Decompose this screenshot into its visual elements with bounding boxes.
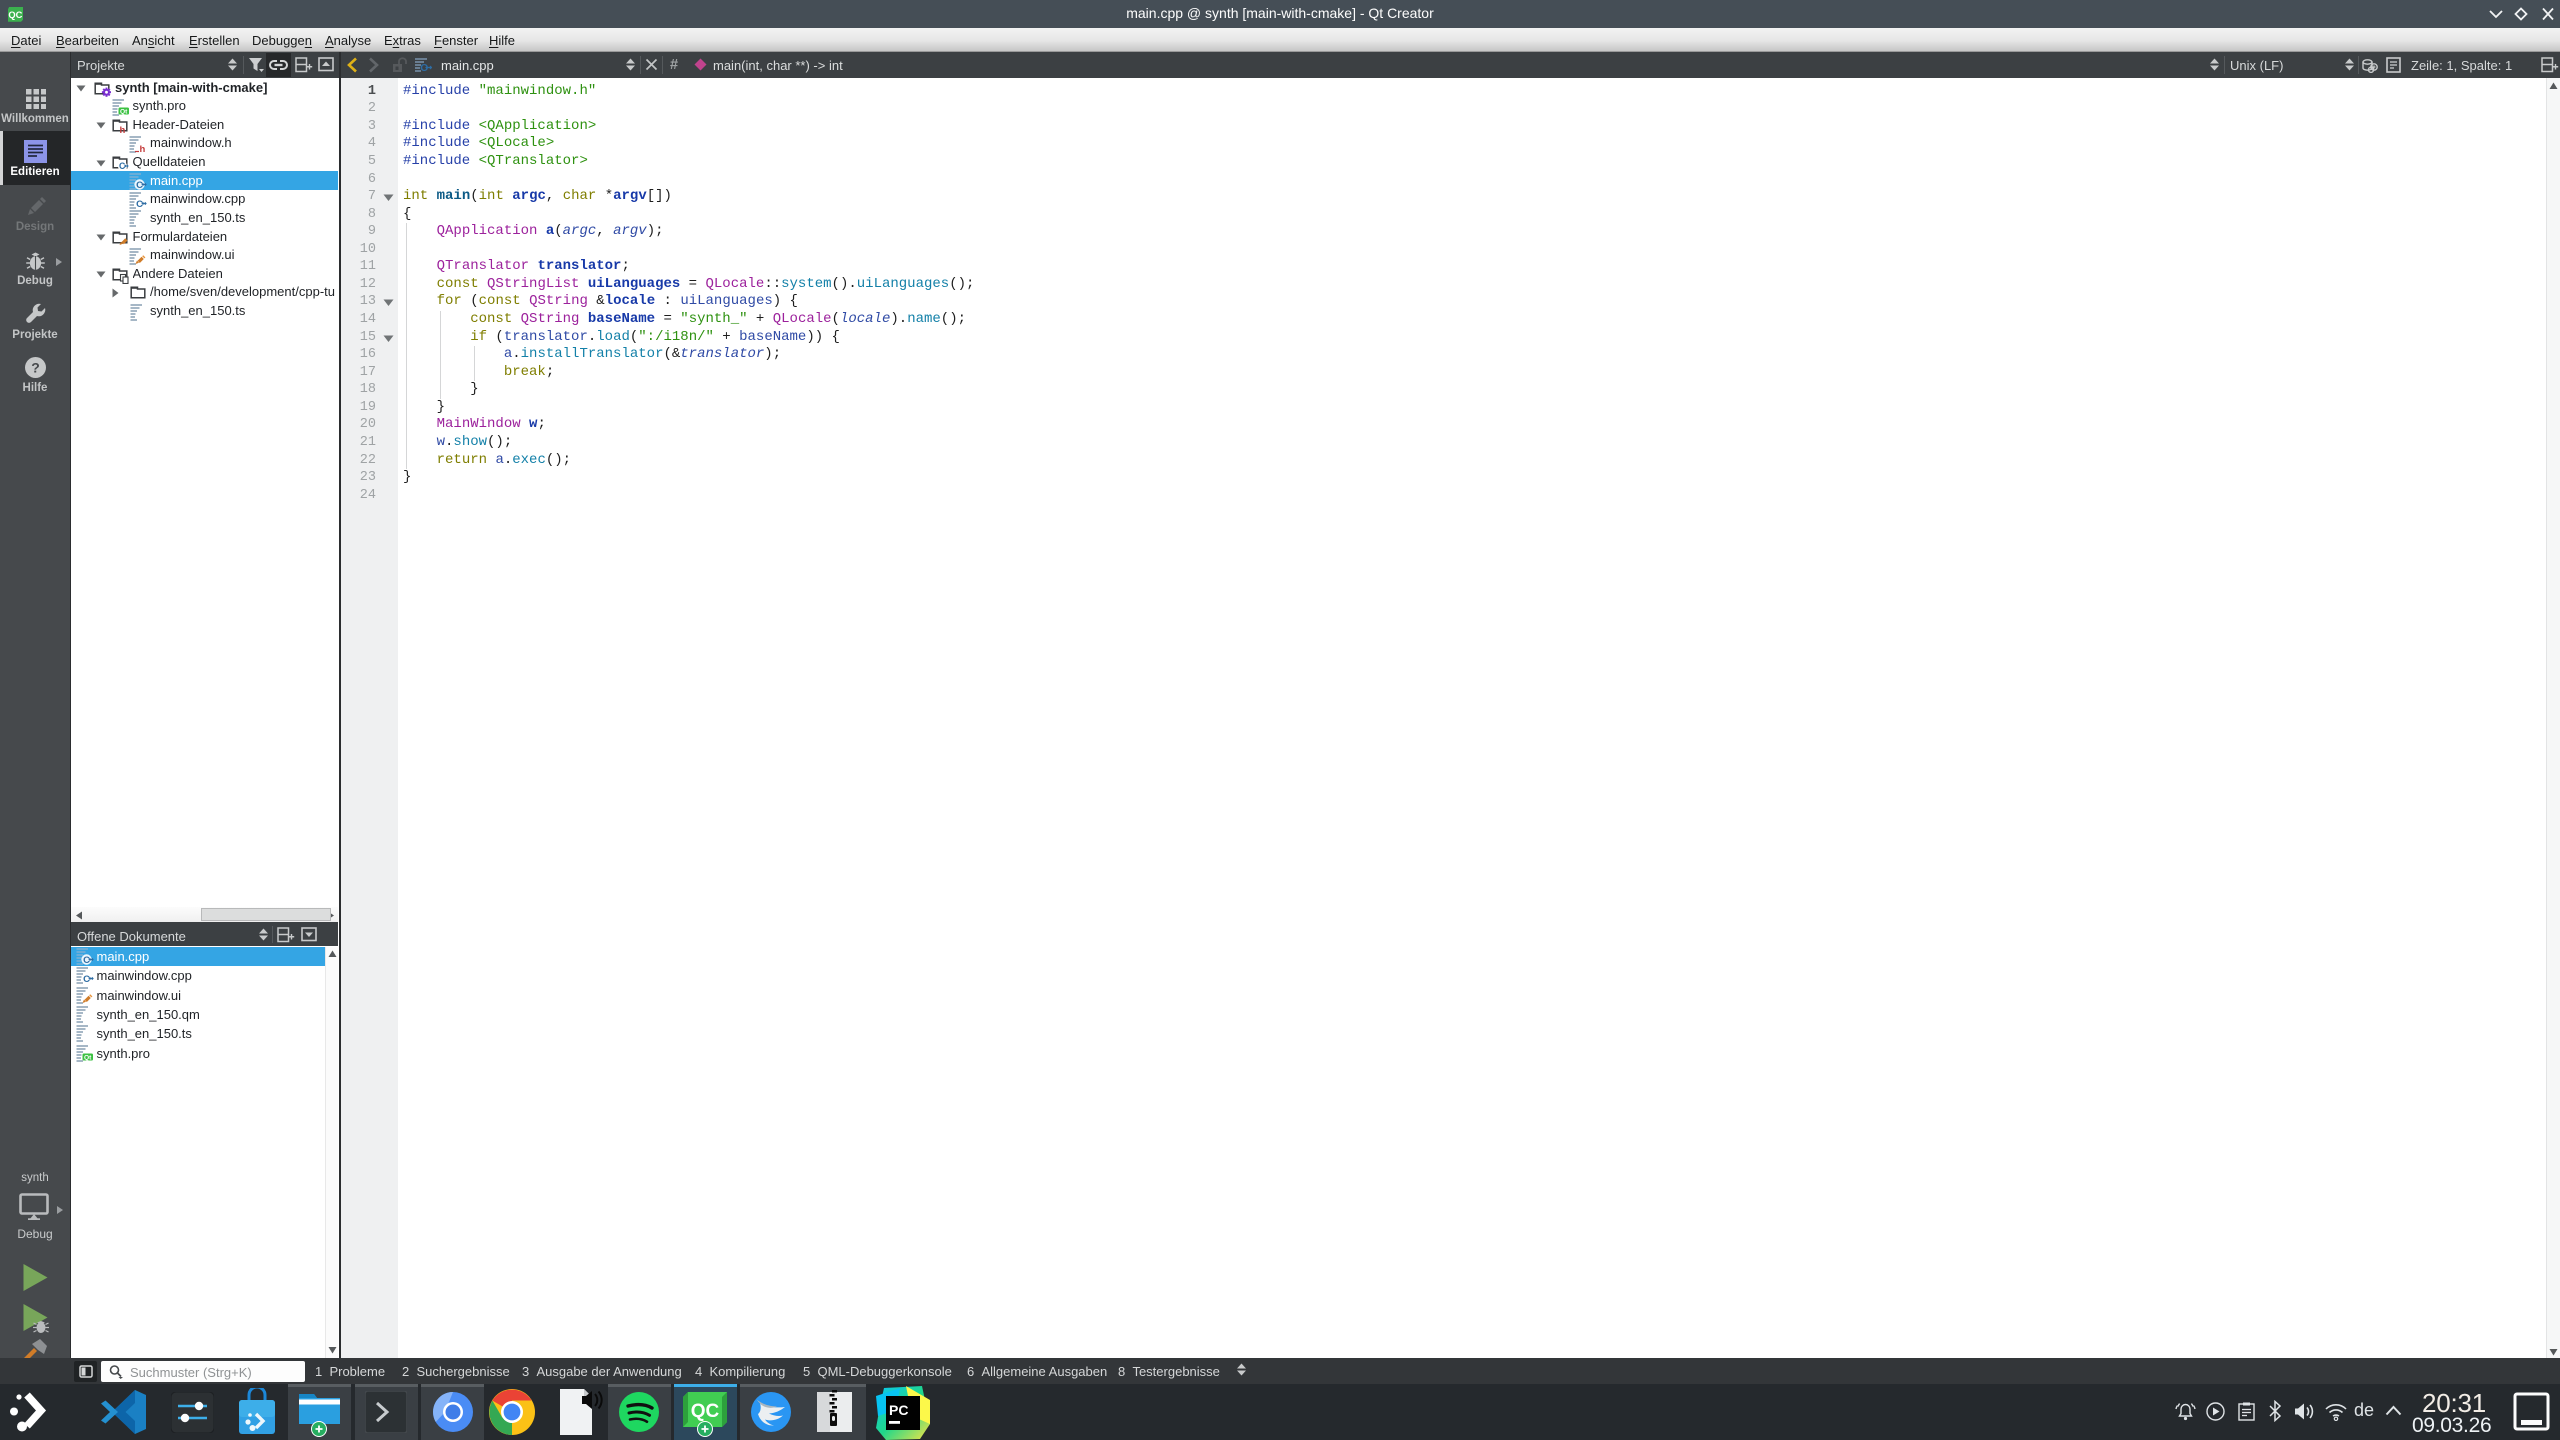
- svg-text:h: h: [119, 125, 125, 135]
- svg-text:PC: PC: [889, 1402, 908, 1418]
- svg-text:QC: QC: [8, 9, 22, 20]
- svg-text:QC: QC: [691, 1401, 720, 1422]
- svg-text:h: h: [140, 144, 146, 153]
- svg-text:Qt: Qt: [120, 108, 128, 115]
- svg-text:Qt: Qt: [84, 1054, 92, 1061]
- svg-text:?: ?: [31, 360, 40, 376]
